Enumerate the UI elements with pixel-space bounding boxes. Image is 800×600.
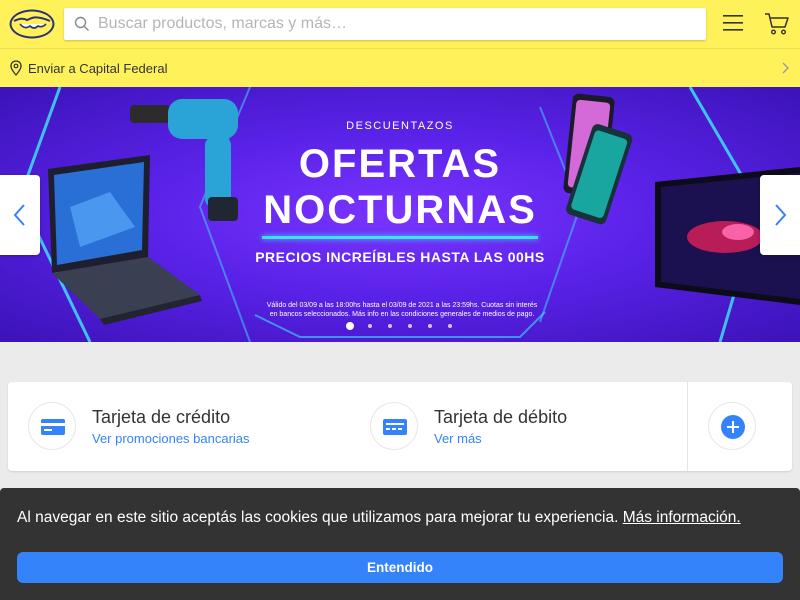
cart-icon[interactable] [764,12,790,36]
hamburger-icon[interactable] [722,12,744,34]
more-payment-methods-button[interactable] [708,402,756,450]
carousel-dot[interactable] [346,322,354,330]
plus-icon [721,415,745,439]
carousel-dot[interactable] [408,324,412,328]
promo-banner[interactable]: DESCUENTAZOS OFERTAS NOCTURNAS PRECIOS I… [0,87,800,342]
payment-title: Tarjeta de débito [434,407,568,427]
location-pin-icon [10,60,22,76]
payment-title: Tarjeta de crédito [92,407,231,427]
payment-credit-card[interactable]: Tarjeta de crédito Ver promociones banca… [8,382,348,471]
smartphones-image [563,93,633,225]
banner-title-line-1: OFERTAS [298,142,502,186]
search-bar [64,8,706,40]
cookie-consent-banner: Al navegar en este sitio aceptás las coo… [0,488,800,600]
cookie-message-text: Al navegar en este sitio aceptás las coo… [17,509,619,526]
cookie-more-info-link[interactable]: Más información. [623,509,741,526]
banner-kicker: DESCUENTAZOS [346,120,454,132]
banner-subtitle: PRECIOS INCREÍBLES HASTA LAS 00HS [255,249,545,265]
debit-card-icon [370,402,418,450]
chevron-right-icon [775,204,787,226]
cookie-accept-button[interactable]: Entendido [17,552,783,583]
banner-title-line-2: NOCTURNAS [263,188,537,232]
chevron-right-icon [782,62,789,74]
carousel-pagination [344,322,456,332]
carousel-prev-button[interactable] [0,175,40,255]
payment-link[interactable]: Ver promociones bancarias [92,431,250,446]
carousel-dot[interactable] [448,324,452,328]
banner-legal-text: Válido del 03/09 a las 18:00hs hasta el … [266,302,538,318]
carousel-dot[interactable] [388,324,392,328]
carousel-dot[interactable] [428,324,432,328]
search-input[interactable] [98,8,698,40]
cookie-message: Al navegar en este sitio aceptás las coo… [17,509,741,527]
payment-methods-card: Tarjeta de crédito Ver promociones banca… [8,382,792,471]
shipping-location-bar[interactable]: Enviar a Capital Federal [0,48,800,87]
credit-card-icon [28,402,76,450]
header: Enviar a Capital Federal [0,0,800,87]
mercadolibre-logo[interactable] [8,8,56,40]
banner-divider [262,236,538,239]
search-icon [74,16,89,31]
shipping-location-label: Enviar a Capital Federal [28,61,168,76]
carousel-dot[interactable] [368,324,372,328]
payment-link[interactable]: Ver más [434,431,482,446]
chevron-left-icon [13,204,25,226]
payment-debit-card[interactable]: Tarjeta de débito Ver más [350,382,686,471]
payment-divider [687,382,688,471]
carousel-next-button[interactable] [760,175,800,255]
